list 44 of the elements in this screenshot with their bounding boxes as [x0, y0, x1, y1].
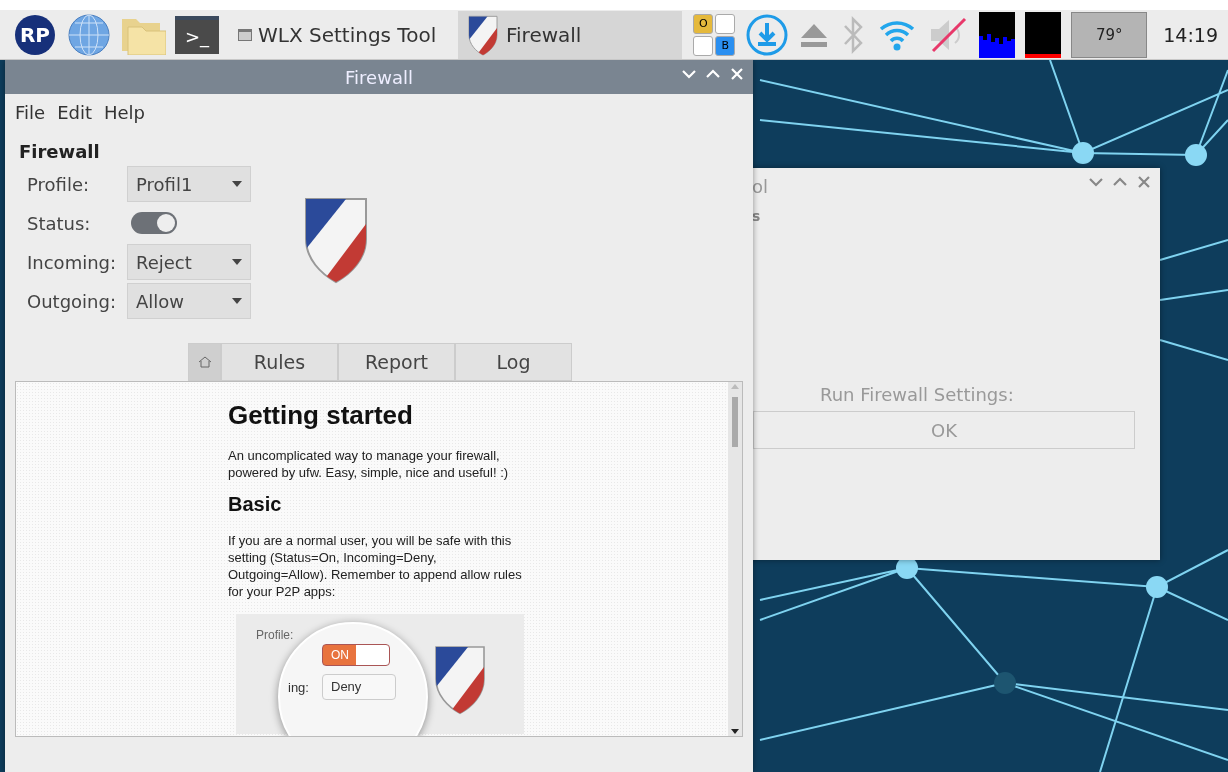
- field-label: Outgoing:: [27, 290, 117, 312]
- scrollbar[interactable]: [728, 382, 742, 736]
- tab[interactable]: Rules: [221, 343, 338, 381]
- section-label: s: [752, 208, 762, 224]
- home-tab[interactable]: [188, 343, 221, 381]
- clock: 14:19: [1163, 23, 1218, 46]
- section-heading: Firewall: [19, 141, 101, 162]
- tab[interactable]: Report: [338, 343, 455, 381]
- menu-item[interactable]: Help: [100, 100, 150, 125]
- illustration-label: Profile:: [256, 628, 294, 642]
- keyboard-layout-indicator[interactable]: O B: [693, 13, 736, 56]
- tab[interactable]: Log: [455, 343, 572, 381]
- caret-icon: [232, 181, 242, 187]
- status-toggle[interactable]: [131, 212, 177, 234]
- dropdown[interactable]: Reject: [127, 244, 251, 280]
- dropdown[interactable]: Profil1: [127, 166, 251, 202]
- close-icon[interactable]: [1136, 174, 1152, 190]
- shield-icon: [466, 13, 500, 56]
- home-icon: [197, 356, 212, 368]
- field-label: Profile:: [27, 173, 91, 195]
- prompt-text: Run Firewall Settings:: [820, 384, 1015, 405]
- menu-item[interactable]: Edit: [53, 100, 96, 125]
- field-label: Incoming:: [27, 251, 118, 273]
- window-title: ol: [752, 175, 768, 197]
- taskbar-task[interactable]: WLX Settings Tool: [230, 10, 454, 59]
- download-icon[interactable]: [745, 12, 790, 57]
- help-paragraph: An uncomplicated way to manage your firewall, powered by ufw. Easy, simple, nice and useful! :): [228, 447, 510, 481]
- help-subtitle: Basic: [228, 493, 283, 516]
- memory-graph: [1025, 11, 1062, 58]
- field-label: Status:: [27, 212, 92, 234]
- dropdown[interactable]: Allow: [127, 283, 251, 319]
- scroll-up-icon[interactable]: [731, 384, 739, 389]
- help-title: Getting started: [228, 400, 414, 431]
- temperature-reading: 79°: [1071, 11, 1148, 58]
- caret-icon: [232, 298, 242, 304]
- menu-item[interactable]: File: [11, 100, 50, 125]
- caret-icon: [232, 259, 242, 265]
- help-paragraph: If you are a normal user, you will be safe with this setting (Status=On, Incoming=Deny, Outgoing=Allow). Remember to append allow rules for your P2P apps:: [228, 532, 523, 600]
- window-icon: [238, 28, 252, 41]
- window-title: Firewall: [345, 66, 413, 88]
- scroll-down-icon[interactable]: [731, 729, 739, 734]
- taskbar-task[interactable]: Firewall: [458, 10, 682, 59]
- cpu-graph: [979, 11, 1016, 58]
- illustration-label: ing:: [288, 680, 309, 695]
